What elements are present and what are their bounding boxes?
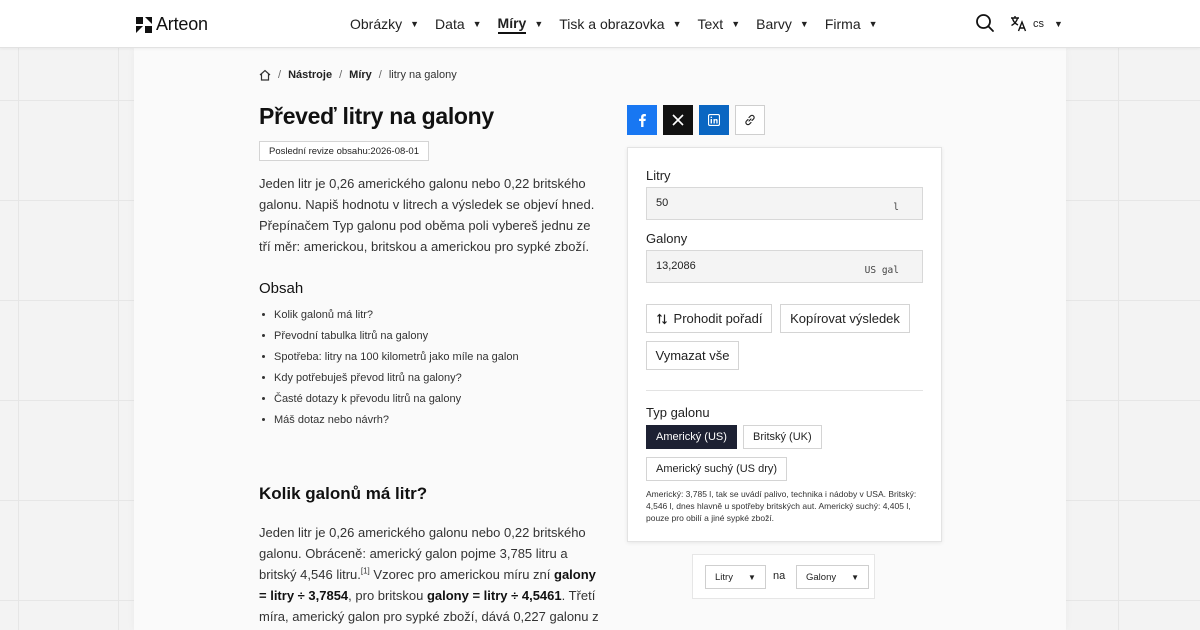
nav-label: Obrázky xyxy=(350,16,403,32)
table-of-contents: Kolik galonů má litr? Převodní tabulka l… xyxy=(259,306,519,432)
toc-title: Obsah xyxy=(259,280,304,297)
nav-label: Barvy xyxy=(756,16,792,32)
section-title: Kolik galonů má litr? xyxy=(259,484,428,503)
x-icon xyxy=(672,114,684,126)
caret-down-icon: ▼ xyxy=(410,19,420,29)
to-unit-select[interactable]: Galony ▼ xyxy=(796,565,870,589)
copy-result-label: Kopírovat výsledek xyxy=(790,311,900,326)
breadcrumb-miry[interactable]: Míry xyxy=(349,69,372,81)
gallons-input[interactable]: 13,2086 US gal xyxy=(646,250,923,283)
home-icon[interactable] xyxy=(259,69,271,81)
share-x-button[interactable] xyxy=(663,105,693,135)
revision-label: Poslední revize obsahu: xyxy=(269,145,371,157)
section-text-part: , pro britskou xyxy=(348,588,427,603)
translate-icon xyxy=(1011,16,1027,32)
main-nav: Obrázky ▼ Data ▼ Míry ▼ Tisk a obrazovka… xyxy=(350,0,894,48)
toc-item[interactable]: Kdy potřebuješ převod litrů na galony? xyxy=(259,369,519,390)
linkedin-icon xyxy=(708,114,720,126)
nav-item-data[interactable]: Data ▼ xyxy=(435,0,482,48)
nav-label: Data xyxy=(435,16,465,32)
intro-text: Jeden litr je 0,26 amerického galonu neb… xyxy=(259,176,595,254)
caret-down-icon: ▼ xyxy=(851,572,860,582)
swap-icon xyxy=(656,313,667,324)
site-header: Arteon Obrázky ▼ Data ▼ Míry ▼ Tisk a ob… xyxy=(0,0,1200,48)
gallons-label: Galony xyxy=(646,231,688,246)
facebook-icon xyxy=(639,114,646,127)
toc-item[interactable]: Časté dotazy k převodu litrů na galony xyxy=(259,390,519,411)
from-unit-label: Litry xyxy=(715,571,733,583)
nav-item-obrazky[interactable]: Obrázky ▼ xyxy=(350,0,419,48)
logo-icon xyxy=(136,16,152,33)
from-unit-select[interactable]: Litry ▼ xyxy=(705,565,766,589)
nav-item-text[interactable]: Text ▼ xyxy=(698,0,741,48)
nav-label: Firma xyxy=(824,16,861,32)
unit-separator: na xyxy=(773,570,786,582)
breadcrumb-separator: / xyxy=(378,69,382,81)
share-facebook-button[interactable] xyxy=(627,105,657,135)
swap-label: Prohodit pořadí xyxy=(673,311,763,326)
section-paragraph: Jeden litr je 0,26 amerického galonu neb… xyxy=(259,522,599,627)
page-title: Převeď litry na galony xyxy=(259,103,494,129)
breadcrumb-nastroje[interactable]: Nástroje xyxy=(288,69,332,81)
nav-item-firma[interactable]: Firma ▼ xyxy=(825,0,878,48)
breadcrumb: / Nástroje / Míry / litry na galony xyxy=(259,69,457,81)
toc-item[interactable]: Máš dotaz nebo návrh? xyxy=(259,411,519,432)
gallon-type-label: Typ galonu xyxy=(646,405,710,420)
gallons-unit: US gal xyxy=(864,265,899,276)
section-text-part: Vzorec pro americkou míru zní xyxy=(369,567,555,582)
liters-unit: l xyxy=(893,202,899,213)
caret-down-icon: ▼ xyxy=(1054,18,1063,29)
clear-all-label: Vymazat vše xyxy=(655,348,730,363)
nav-item-barvy[interactable]: Barvy ▼ xyxy=(756,0,809,48)
swap-button[interactable]: Prohodit pořadí xyxy=(646,304,772,333)
caret-down-icon: ▼ xyxy=(799,19,809,29)
gallon-type-uk[interactable]: Britský (UK) xyxy=(743,425,822,449)
share-linkedin-button[interactable] xyxy=(699,105,729,135)
nav-label: Míry xyxy=(497,15,527,34)
revision-badge: Poslední revize obsahu: 2026-08-01 xyxy=(259,141,430,161)
liters-input[interactable]: 50 l xyxy=(646,187,923,220)
caret-down-icon: ▼ xyxy=(472,19,482,29)
gallon-type-us[interactable]: Americký (US) xyxy=(646,425,737,449)
link-icon xyxy=(745,114,755,126)
revision-date: 2026-08-01 xyxy=(370,145,420,157)
caret-down-icon: ▼ xyxy=(731,19,741,29)
search-icon xyxy=(976,14,994,32)
toc-item[interactable]: Spotřeba: litry na 100 kilometrů jako mí… xyxy=(259,348,519,369)
liters-value: 50 xyxy=(656,197,669,209)
brand-logo[interactable]: Arteon xyxy=(136,14,208,35)
caret-down-icon: ▼ xyxy=(868,19,878,29)
toc-item[interactable]: Převodní tabulka litrů na galony xyxy=(259,327,519,348)
unit-selector: Litry ▼ na Galony ▼ xyxy=(692,554,875,599)
share-buttons xyxy=(627,105,765,135)
brand-name: Arteon xyxy=(156,14,208,34)
caret-down-icon: ▼ xyxy=(747,572,756,582)
search-button[interactable] xyxy=(975,13,995,33)
footnote-link[interactable]: [1] xyxy=(361,567,370,576)
copy-result-button[interactable]: Kopírovat výsledek xyxy=(780,304,910,333)
gallons-value: 13,2086 xyxy=(656,260,696,272)
caret-down-icon: ▼ xyxy=(534,19,544,29)
to-unit-label: Galony xyxy=(806,571,837,583)
language-code: cs xyxy=(1033,17,1044,30)
nav-item-tisk[interactable]: Tisk a obrazovka ▼ xyxy=(559,0,681,48)
gallon-type-us-dry[interactable]: Americký suchý (US dry) xyxy=(646,457,788,481)
language-selector[interactable]: cs ▼ xyxy=(1010,15,1063,32)
breadcrumb-current: litry na galony xyxy=(388,69,457,81)
divider xyxy=(646,390,923,391)
nav-label: Text xyxy=(697,16,724,32)
nav-item-miry[interactable]: Míry ▼ xyxy=(497,0,544,48)
formula-uk: galony = litry ÷ 4,5461 xyxy=(426,588,562,603)
breadcrumb-separator: / xyxy=(339,69,343,81)
copy-link-button[interactable] xyxy=(735,105,765,135)
gallon-type-note: Americký: 3,785 l, tak se uvádí palivo, … xyxy=(646,489,917,523)
liters-label: Litry xyxy=(646,168,671,183)
caret-down-icon: ▼ xyxy=(672,19,682,29)
nav-label: Tisk a obrazovka xyxy=(559,16,665,32)
toc-item[interactable]: Kolik galonů má litr? xyxy=(259,306,519,327)
converter-card: Litry 50 l Galony 13,2086 US gal Prohodi… xyxy=(627,147,942,542)
breadcrumb-separator: / xyxy=(278,69,282,81)
clear-all-button[interactable]: Vymazat vše xyxy=(646,341,739,370)
